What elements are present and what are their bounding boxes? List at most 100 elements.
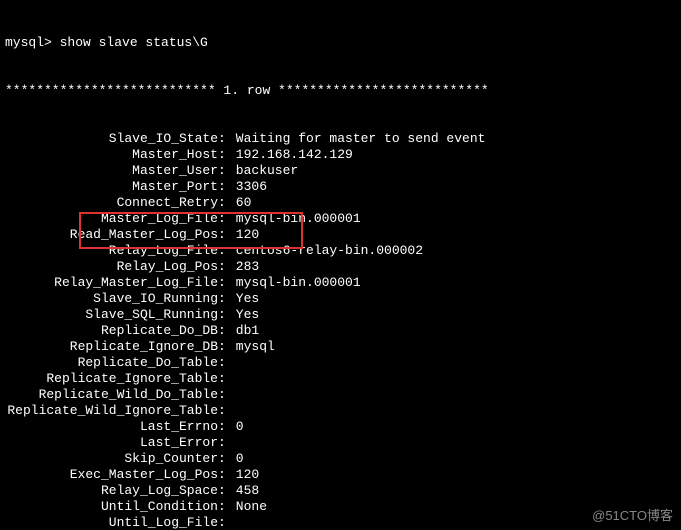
field-label: Relay_Log_File — [5, 243, 218, 259]
field-label: Replicate_Wild_Do_Table — [5, 387, 218, 403]
field-colon: : — [218, 163, 228, 179]
field-colon: : — [218, 259, 228, 275]
field-label: Relay_Log_Space — [5, 483, 218, 499]
field-colon: : — [218, 227, 228, 243]
field-label: Until_Condition — [5, 499, 218, 515]
field-row: Slave_IO_Running: Yes — [5, 291, 676, 307]
field-value: 0 — [228, 419, 676, 435]
field-colon: : — [218, 291, 228, 307]
field-label: Replicate_Do_DB — [5, 323, 218, 339]
field-row: Master_Log_File: mysql-bin.000001 — [5, 211, 676, 227]
field-row: Until_Condition: None — [5, 499, 676, 515]
field-label: Master_Port — [5, 179, 218, 195]
field-value: mysql-bin.000001 — [228, 211, 676, 227]
field-value — [228, 371, 676, 387]
field-row: Slave_IO_State: Waiting for master to se… — [5, 131, 676, 147]
field-colon: : — [218, 451, 228, 467]
field-row: Replicate_Ignore_Table: — [5, 371, 676, 387]
field-colon: : — [218, 403, 228, 419]
field-colon: : — [218, 179, 228, 195]
field-row: Connect_Retry: 60 — [5, 195, 676, 211]
field-row: Slave_SQL_Running: Yes — [5, 307, 676, 323]
field-value: centos6-relay-bin.000002 — [228, 243, 676, 259]
field-label: Slave_IO_State — [5, 131, 218, 147]
field-value: backuser — [228, 163, 676, 179]
field-row: Replicate_Ignore_DB: mysql — [5, 339, 676, 355]
field-row: Relay_Log_Pos: 283 — [5, 259, 676, 275]
field-row: Skip_Counter: 0 — [5, 451, 676, 467]
field-colon: : — [218, 275, 228, 291]
field-value: 283 — [228, 259, 676, 275]
field-value — [228, 435, 676, 451]
field-colon: : — [218, 195, 228, 211]
field-label: Relay_Master_Log_File — [5, 275, 218, 291]
field-colon: : — [218, 355, 228, 371]
mysql-prompt: mysql> show slave status\G — [5, 35, 676, 51]
field-value — [228, 355, 676, 371]
field-value: db1 — [228, 323, 676, 339]
field-value: 60 — [228, 195, 676, 211]
field-colon: : — [218, 483, 228, 499]
field-label: Replicate_Do_Table — [5, 355, 218, 371]
field-colon: : — [218, 131, 228, 147]
field-row: Replicate_Wild_Ignore_Table: — [5, 403, 676, 419]
field-label: Replicate_Wild_Ignore_Table — [5, 403, 218, 419]
field-value: Waiting for master to send event — [228, 131, 676, 147]
field-row: Replicate_Do_Table: — [5, 355, 676, 371]
field-label: Slave_IO_Running — [5, 291, 218, 307]
field-label: Skip_Counter — [5, 451, 218, 467]
field-colon: : — [218, 307, 228, 323]
field-row: Last_Errno: 0 — [5, 419, 676, 435]
field-label: Master_User — [5, 163, 218, 179]
field-value — [228, 403, 676, 419]
field-value: 120 — [228, 467, 676, 483]
field-row: Master_Port: 3306 — [5, 179, 676, 195]
field-value: 0 — [228, 451, 676, 467]
field-value — [228, 387, 676, 403]
status-fields: Slave_IO_State: Waiting for master to se… — [5, 131, 676, 530]
field-label: Master_Host — [5, 147, 218, 163]
field-value: 192.168.142.129 — [228, 147, 676, 163]
field-colon: : — [218, 323, 228, 339]
field-row: Master_User: backuser — [5, 163, 676, 179]
field-row: Replicate_Do_DB: db1 — [5, 323, 676, 339]
field-label: Slave_SQL_Running — [5, 307, 218, 323]
field-label: Last_Errno — [5, 419, 218, 435]
field-label: Last_Error — [5, 435, 218, 451]
field-label: Replicate_Ignore_DB — [5, 339, 218, 355]
field-label: Relay_Log_Pos — [5, 259, 218, 275]
field-row: Read_Master_Log_Pos: 120 — [5, 227, 676, 243]
field-label: Master_Log_File — [5, 211, 218, 227]
field-row: Last_Error: — [5, 435, 676, 451]
field-colon: : — [218, 387, 228, 403]
field-row: Until_Log_File: — [5, 515, 676, 530]
field-label: Exec_Master_Log_Pos — [5, 467, 218, 483]
field-value: 120 — [228, 227, 676, 243]
field-colon: : — [218, 243, 228, 259]
field-colon: : — [218, 419, 228, 435]
field-colon: : — [218, 435, 228, 451]
field-label: Replicate_Ignore_Table — [5, 371, 218, 387]
field-colon: : — [218, 339, 228, 355]
field-colon: : — [218, 515, 228, 530]
field-value: Yes — [228, 291, 676, 307]
field-colon: : — [218, 147, 228, 163]
field-colon: : — [218, 211, 228, 227]
field-label: Read_Master_Log_Pos — [5, 227, 218, 243]
field-value: mysql-bin.000001 — [228, 275, 676, 291]
field-colon: : — [218, 467, 228, 483]
field-row: Relay_Log_Space: 458 — [5, 483, 676, 499]
watermark: @51CTO博客 — [592, 508, 673, 524]
field-row: Relay_Log_File: centos6-relay-bin.000002 — [5, 243, 676, 259]
field-colon: : — [218, 371, 228, 387]
field-value: mysql — [228, 339, 676, 355]
field-label: Connect_Retry — [5, 195, 218, 211]
field-row: Replicate_Wild_Do_Table: — [5, 387, 676, 403]
field-label: Until_Log_File — [5, 515, 218, 530]
row-separator: *************************** 1. row *****… — [5, 83, 676, 99]
field-row: Exec_Master_Log_Pos: 120 — [5, 467, 676, 483]
field-value: Yes — [228, 307, 676, 323]
field-row: Master_Host: 192.168.142.129 — [5, 147, 676, 163]
field-row: Relay_Master_Log_File: mysql-bin.000001 — [5, 275, 676, 291]
field-value: 458 — [228, 483, 676, 499]
